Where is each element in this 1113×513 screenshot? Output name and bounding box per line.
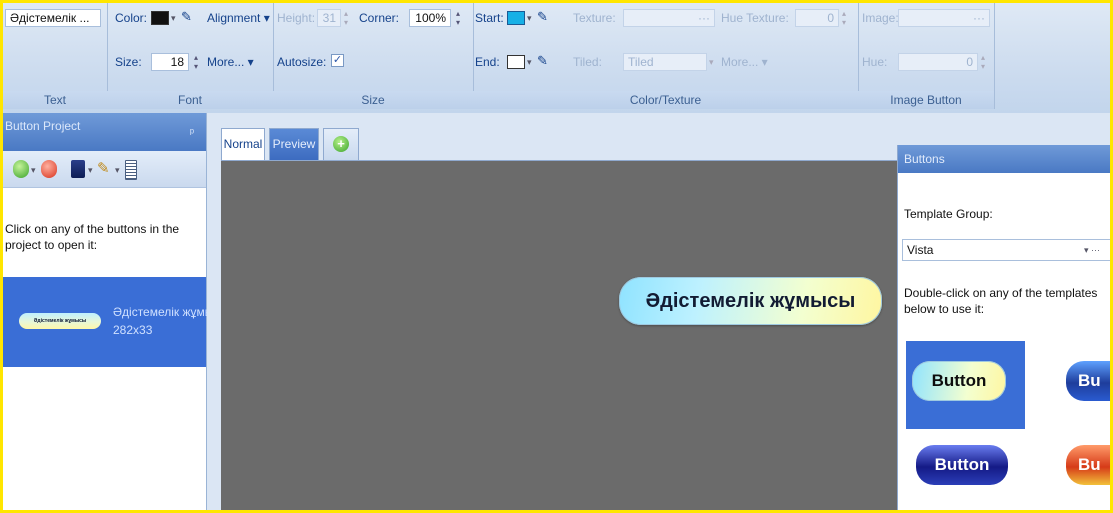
height-value: 31 — [322, 11, 336, 25]
tiled-value: Tiled — [628, 55, 654, 69]
panel-header: Button Project ᵖ — [3, 113, 206, 151]
tiled-select[interactable]: Tiled — [623, 53, 707, 71]
template-vista-navy[interactable]: Button — [916, 445, 1008, 485]
color-label: Color: — [115, 11, 148, 25]
hue-value: 0 — [966, 55, 973, 69]
alignment-menu[interactable]: Alignment ▾ — [207, 11, 270, 25]
buttons-panel-header: Buttons — [898, 145, 1110, 173]
texture-label: Texture: — [573, 11, 616, 25]
start-color-swatch[interactable] — [507, 11, 525, 25]
pin-icon[interactable]: ᵖ — [190, 120, 194, 146]
ribbon: Әдістемелік ... Text Color: ▾ ✎ Size: 18… — [3, 3, 1110, 114]
font-more-menu[interactable]: More... ▾ — [207, 55, 254, 69]
color-more-menu[interactable]: More... ▾ — [721, 55, 768, 69]
alignment-label: Alignment — [207, 11, 261, 25]
font-size-spinner[interactable]: ▴ ▾ — [191, 53, 201, 71]
height-label: Height: — [277, 11, 316, 25]
hue-input[interactable]: 0 — [898, 53, 978, 71]
group-label-image-button: Image Button — [858, 91, 994, 109]
list-icon[interactable] — [125, 160, 137, 180]
tab-preview[interactable]: Preview — [269, 128, 319, 160]
preview-button[interactable]: Әдістемелік жұмысы — [619, 277, 882, 325]
project-toolbar: ▾ ▾ ✎ ▾ — [3, 151, 206, 188]
chevron-down-icon[interactable]: ▾ — [88, 165, 93, 176]
ribbon-group-font: Color: ▾ ✎ Size: 18 ▴ ▾ Alignment ▾ More.… — [107, 3, 274, 109]
ribbon-group-color-texture: Start: ▾ ✎ End: ▾ ✎ Texture: ··· Tiled: … — [473, 3, 859, 109]
button-item-size: 282x33 — [113, 323, 153, 337]
project-instructions: Click on any of the buttons in the proje… — [5, 222, 180, 252]
image-browse-icon: ··· — [973, 11, 985, 25]
hue-texture-spinner[interactable]: ▴ ▾ — [839, 9, 849, 27]
eyedropper-icon[interactable]: ✎ — [537, 9, 548, 25]
buttons-panel: Buttons Template Group: Vista ▾ ··· Doub… — [897, 145, 1110, 510]
ribbon-group-size: Height: 31 ▴ ▾ Corner: 100% ▴ ▾ Autosize: … — [273, 3, 474, 109]
height-input[interactable]: 31 — [317, 9, 341, 27]
add-icon[interactable] — [13, 160, 29, 178]
chevron-down-icon[interactable]: ▾ ··· — [1084, 240, 1100, 260]
font-size-value: 18 — [170, 55, 184, 69]
project-button-item[interactable]: Әдістемелік жұмысы Әдістемелік жұмысы 28… — [3, 277, 228, 367]
eyedropper-icon[interactable]: ✎ — [537, 53, 548, 69]
group-label-text: Text — [3, 91, 107, 109]
template-group-select[interactable]: Vista ▾ ··· — [902, 239, 1110, 261]
group-label-color-texture: Color/Texture — [473, 91, 858, 109]
image-label: Image: — [862, 11, 899, 25]
corner-input[interactable]: 100% — [409, 9, 451, 27]
app-window: Әдістемелік ... Text Color: ▾ ✎ Size: 18… — [3, 3, 1110, 510]
autosize-label: Autosize: — [277, 55, 327, 69]
tab-normal[interactable]: Normal — [221, 128, 265, 160]
ribbon-group-image-button: Image: ··· Hue: 0 ▴ ▾ Image Button — [858, 3, 995, 109]
hue-texture-value: 0 — [827, 11, 834, 25]
image-input[interactable]: ··· — [898, 9, 990, 27]
chevron-down-icon[interactable]: ▾ — [709, 57, 714, 68]
font-color-swatch[interactable] — [151, 11, 169, 25]
corner-spinner[interactable]: ▴ ▾ — [453, 9, 463, 27]
chevron-down-icon[interactable]: ▾ — [115, 165, 120, 176]
size-label: Size: — [115, 55, 142, 69]
button-project-panel: Button Project ᵖ ▾ ▾ ✎ ▾ Click on any of… — [3, 113, 228, 510]
tiled-label: Tiled: — [573, 55, 602, 69]
hue-texture-label: Hue Texture: — [721, 11, 789, 25]
add-tab-icon: + — [333, 136, 349, 152]
chevron-down-icon[interactable]: ▾ — [527, 57, 532, 68]
group-label-font: Font — [107, 91, 273, 109]
template-vista-orange[interactable]: Bu — [1066, 445, 1110, 485]
texture-browse-icon: ··· — [698, 11, 710, 25]
texture-input[interactable]: ··· — [623, 9, 715, 27]
button-thumbnail: Әдістемелік жұмысы — [19, 313, 101, 329]
hue-texture-input[interactable]: 0 — [795, 9, 839, 27]
hue-spinner[interactable]: ▴ ▾ — [978, 53, 988, 71]
templates-instructions: Double-click on any of the templates bel… — [904, 286, 1098, 316]
save-icon[interactable] — [71, 160, 85, 178]
delete-icon[interactable] — [41, 160, 57, 178]
chevron-down-icon[interactable]: ▾ — [171, 13, 176, 24]
font-name-value: Әдістемелік ... — [10, 11, 90, 25]
height-spinner[interactable]: ▴ ▾ — [341, 9, 351, 27]
template-vista-aqua[interactable]: Button — [912, 361, 1006, 401]
chevron-down-icon[interactable]: ▾ — [527, 13, 532, 24]
corner-value: 100% — [415, 11, 446, 25]
autosize-checkbox[interactable]: ✓ — [331, 54, 344, 67]
hue-label: Hue: — [862, 55, 888, 69]
group-label-size: Size — [273, 91, 473, 109]
end-color-swatch[interactable] — [507, 55, 525, 69]
font-size-input[interactable]: 18 — [151, 53, 189, 71]
panel-title: Button Project — [5, 119, 81, 133]
end-label: End: — [475, 55, 500, 69]
template-group-label: Template Group: — [904, 207, 993, 221]
ribbon-group-text: Әдістемелік ... Text — [3, 3, 108, 109]
eyedropper-icon[interactable]: ✎ — [181, 9, 192, 25]
font-name-select[interactable]: Әдістемелік ... — [5, 9, 101, 27]
magic-wand-icon[interactable]: ✎ — [97, 159, 110, 177]
tab-add[interactable]: + — [323, 128, 359, 160]
color-more-label: More... — [721, 55, 759, 69]
template-group-value: Vista — [907, 243, 934, 257]
chevron-down-icon[interactable]: ▾ — [31, 165, 36, 176]
start-label: Start: — [475, 11, 504, 25]
corner-label: Corner: — [359, 11, 400, 25]
font-more-label: More... — [207, 55, 245, 69]
template-vista-blue[interactable]: Bu — [1066, 361, 1110, 401]
